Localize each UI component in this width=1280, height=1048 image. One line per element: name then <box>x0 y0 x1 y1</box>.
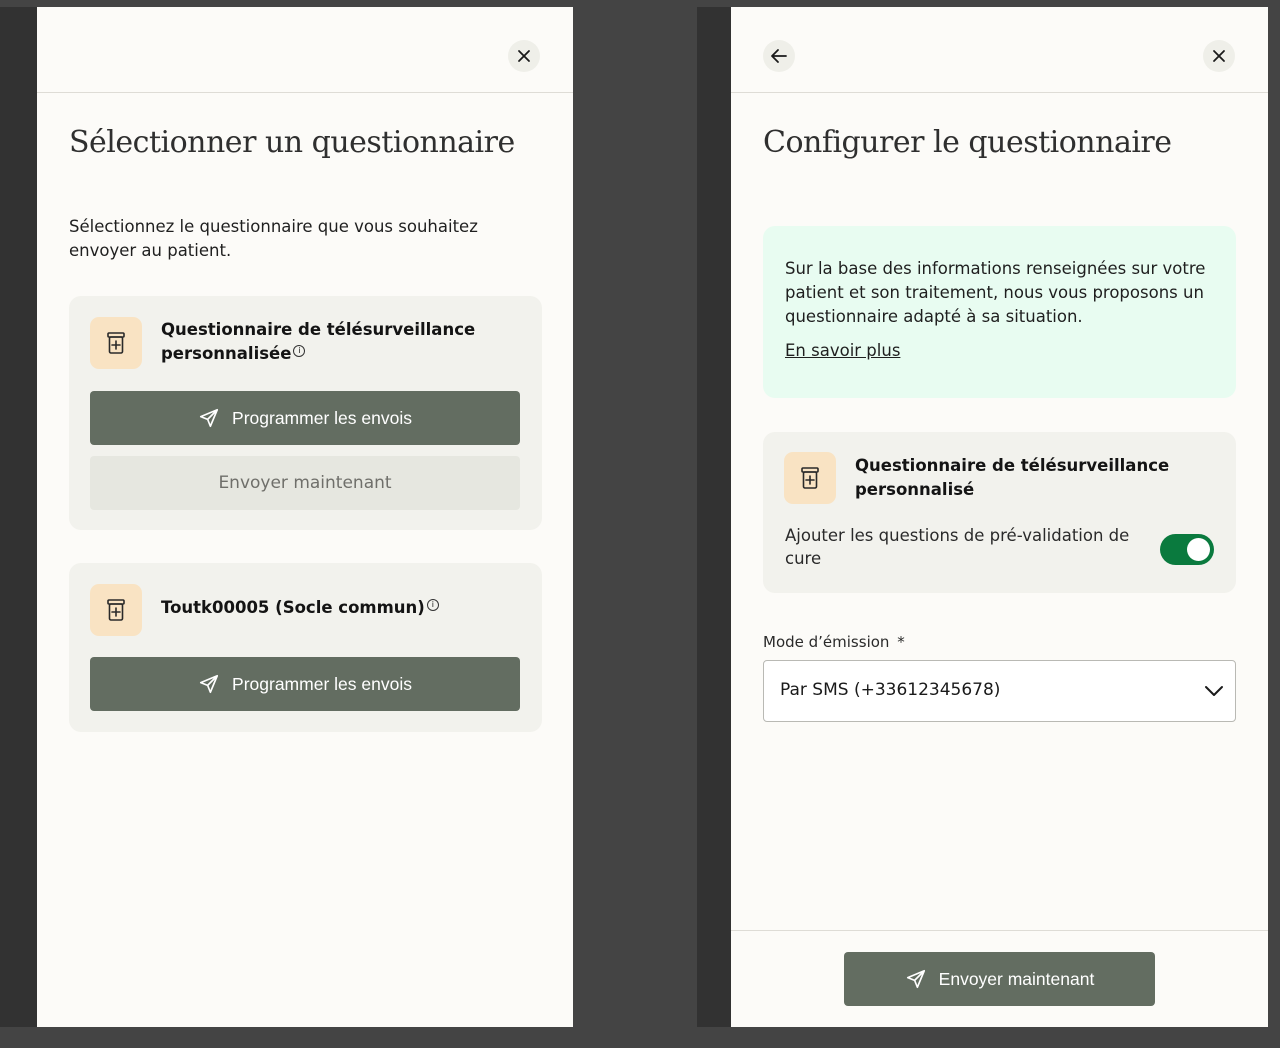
questionnaire-jar-icon <box>107 332 125 354</box>
questionnaire-card: Questionnaire de télésurveillance person… <box>763 432 1236 593</box>
questionnaire-name: Questionnaire de télésurveillance person… <box>161 320 476 363</box>
close-icon <box>518 50 530 62</box>
questionnaire-name: Questionnaire de télésurveillance person… <box>855 456 1170 499</box>
intro-text: Sélectionnez le questionnaire que vous s… <box>69 217 478 260</box>
left-backdrop-strip <box>0 7 37 1027</box>
recommendation-info-box: Sur la base des informations renseignées… <box>763 226 1236 398</box>
toggle-knob <box>1187 538 1210 561</box>
close-button[interactable] <box>1203 40 1235 72</box>
page-title: Sélectionner un questionnaire <box>69 125 515 160</box>
page-title: Configurer le questionnaire <box>763 125 1172 160</box>
select-questionnaire-panel: Sélectionner un questionnaire Sélectionn… <box>37 7 573 1027</box>
configure-questionnaire-panel: Configurer le questionnaire Sur la base … <box>731 7 1268 1027</box>
info-text: Sur la base des informations renseignées… <box>785 259 1206 326</box>
send-icon <box>199 674 219 694</box>
prevalidation-toggle[interactable] <box>1160 534 1214 565</box>
footer-divider <box>731 930 1268 931</box>
prevalidation-toggle-label: Ajouter les questions de pré-validation … <box>785 526 1130 568</box>
questionnaire-name: Toutk00005 (Socle commun) i <box>161 596 521 620</box>
schedule-sends-button[interactable]: Programmer les envois <box>90 391 520 445</box>
questionnaire-jar-icon <box>801 467 819 489</box>
send-now-button[interactable]: Envoyer maintenant <box>90 456 520 510</box>
right-backdrop-strip <box>697 7 731 1027</box>
close-button[interactable] <box>508 40 540 72</box>
schedule-sends-button[interactable]: Programmer les envois <box>90 657 520 711</box>
panel-header <box>731 7 1268 93</box>
mode-select-value: Par SMS (+33612345678) <box>780 680 1001 700</box>
panel-header <box>37 7 573 93</box>
questionnaire-jar-icon <box>107 599 125 621</box>
close-icon <box>1213 50 1225 62</box>
questionnaire-icon-tile <box>784 452 836 504</box>
questionnaire-card: Questionnaire de télésurveillance person… <box>69 296 542 530</box>
learn-more-link[interactable]: En savoir plus <box>785 341 900 360</box>
back-button[interactable] <box>763 40 795 72</box>
info-icon[interactable]: i <box>426 598 439 611</box>
mode-select[interactable]: Par SMS (+33612345678) <box>763 660 1236 722</box>
mode-field-label: Mode d’émission * <box>763 633 905 651</box>
questionnaire-icon-tile <box>90 584 142 636</box>
send-icon <box>906 969 925 989</box>
info-icon[interactable]: i <box>293 344 306 357</box>
chevron-down-icon <box>1205 686 1223 696</box>
send-now-button[interactable]: Envoyer maintenant <box>844 952 1155 1006</box>
send-icon <box>199 408 219 428</box>
required-mark: * <box>897 633 905 651</box>
arrow-left-icon <box>771 49 787 63</box>
questionnaire-card: Toutk00005 (Socle commun) i Programmer le… <box>69 563 542 732</box>
questionnaire-icon-tile <box>90 317 142 369</box>
